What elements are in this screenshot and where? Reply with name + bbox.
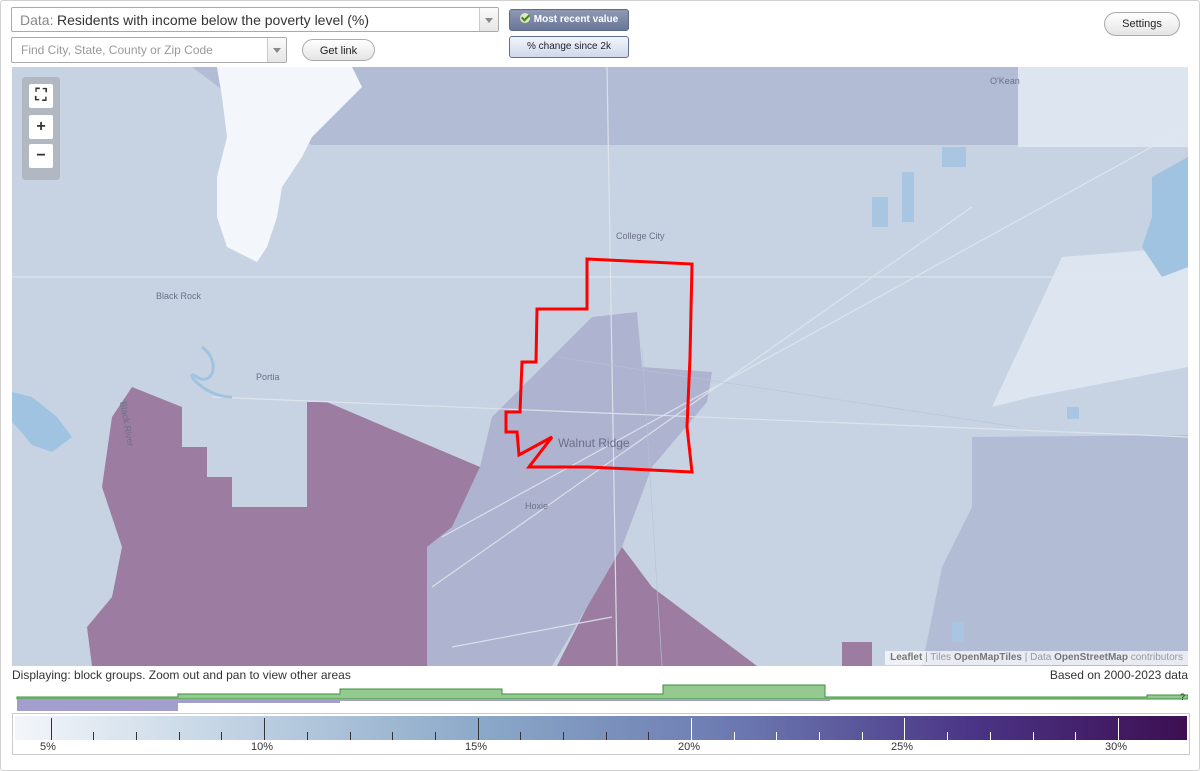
place-label-hoxie: Hoxie [525, 501, 548, 511]
tick-minor [136, 732, 137, 740]
most-recent-value-toggle[interactable]: Most recent value [509, 9, 629, 31]
tick-minor [93, 732, 94, 740]
tick-minor [435, 732, 436, 740]
chevron-down-icon[interactable] [479, 8, 498, 31]
tick-minor [606, 732, 607, 740]
histogram-green-steps [16, 684, 1188, 700]
legend-label-30: 30% [1105, 741, 1128, 753]
tick-minor [734, 732, 735, 740]
place-label-black-rock: Black Rock [156, 291, 202, 301]
tick-minor [648, 732, 649, 740]
tick-minor [350, 732, 351, 740]
data-variable-select[interactable]: Data: Residents with income below the po… [11, 7, 499, 32]
zoom-out-button[interactable]: − [29, 144, 53, 168]
place-label-okean: O'Kean [990, 76, 1020, 86]
legend-label-10: 10% [251, 741, 274, 753]
tick-minor [1033, 732, 1034, 740]
histogram-purple-bar [17, 699, 178, 711]
river-black [190, 345, 233, 399]
data-select-value: Residents with income below the poverty … [57, 12, 370, 28]
tick-minor [819, 732, 820, 740]
tick-minor [1075, 732, 1076, 740]
leaflet-link[interactable]: Leaflet [890, 652, 922, 663]
region-northeast-light [1018, 67, 1188, 147]
distribution-histogram: ? [16, 684, 1188, 711]
map-attribution: Leaflet | Tiles OpenMapTiles | Data Open… [885, 651, 1188, 665]
color-scale-legend: 5% 10% 15% 20% 25% 30% [12, 713, 1190, 755]
tick-minor [392, 732, 393, 740]
attribution-data-prefix: | Data [1024, 652, 1052, 663]
map-layers: O'Kean College City Black Rock Portia Bl… [12, 67, 1188, 666]
legend-label-15: 15% [465, 741, 488, 753]
data-range-status: Based on 2000-2023 data [1049, 668, 1188, 682]
most-recent-label: Most recent value [533, 14, 619, 25]
tick-minor [990, 732, 991, 740]
water-patch [942, 147, 966, 167]
percent-change-toggle[interactable]: % change since 2k [509, 36, 629, 58]
legend-label-5: 5% [40, 741, 56, 753]
checkmark-icon [519, 13, 530, 23]
zoom-in-button[interactable]: + [29, 115, 53, 139]
region-south-small [842, 642, 872, 666]
legend-label-20: 20% [678, 741, 701, 753]
water-patch-3 [872, 197, 888, 227]
chevron-down-icon[interactable] [267, 38, 286, 62]
water-patch-5 [952, 622, 964, 642]
tick-major [264, 718, 265, 740]
display-status: Displaying: block groups. Zoom out and p… [12, 668, 351, 682]
tick-minor [563, 732, 564, 740]
region-river-white [217, 67, 362, 262]
get-link-button[interactable]: Get link [302, 39, 375, 61]
attribution-tiles-prefix: | Tiles [925, 652, 952, 663]
tick-major [691, 718, 692, 740]
place-label-college-city: College City [616, 231, 665, 241]
place-label-walnut-ridge: Walnut Ridge [558, 436, 630, 450]
tick-major [51, 718, 52, 740]
openstreetmap-link[interactable]: OpenStreetMap [1054, 652, 1128, 663]
help-question-mark: ? [1180, 692, 1185, 702]
settings-button[interactable]: Settings [1104, 12, 1180, 36]
attribution-suffix: contributors [1130, 652, 1183, 663]
location-search[interactable] [11, 37, 287, 63]
tick-major [1118, 718, 1119, 740]
zoom-control: ⛶ + − [22, 77, 60, 180]
tick-major [478, 718, 479, 740]
color-gradient-bar [15, 716, 1187, 740]
tick-minor [221, 732, 222, 740]
map-canvas[interactable]: O'Kean College City Black Rock Portia Bl… [12, 67, 1188, 666]
histogram-purple-bar-2 [178, 699, 340, 703]
legend-label-25: 25% [891, 741, 914, 753]
tick-minor [947, 732, 948, 740]
water-patch-4 [1067, 407, 1079, 419]
water-patch-2 [902, 172, 914, 222]
place-label-portia: Portia [256, 372, 280, 382]
tick-minor [862, 732, 863, 740]
tick-minor [307, 732, 308, 740]
openmaptiles-link[interactable]: OpenMapTiles [954, 652, 1022, 663]
fullscreen-icon[interactable]: ⛶ [29, 84, 53, 108]
region-southwest-dark [87, 387, 480, 666]
tick-minor [520, 732, 521, 740]
water-lake-west [12, 392, 72, 452]
search-input[interactable] [12, 38, 280, 62]
tick-minor [776, 732, 777, 740]
data-select-prefix: Data: [20, 12, 54, 28]
tick-major [904, 718, 905, 740]
tick-minor [179, 732, 180, 740]
histogram-purple-bar-3 [340, 699, 830, 701]
